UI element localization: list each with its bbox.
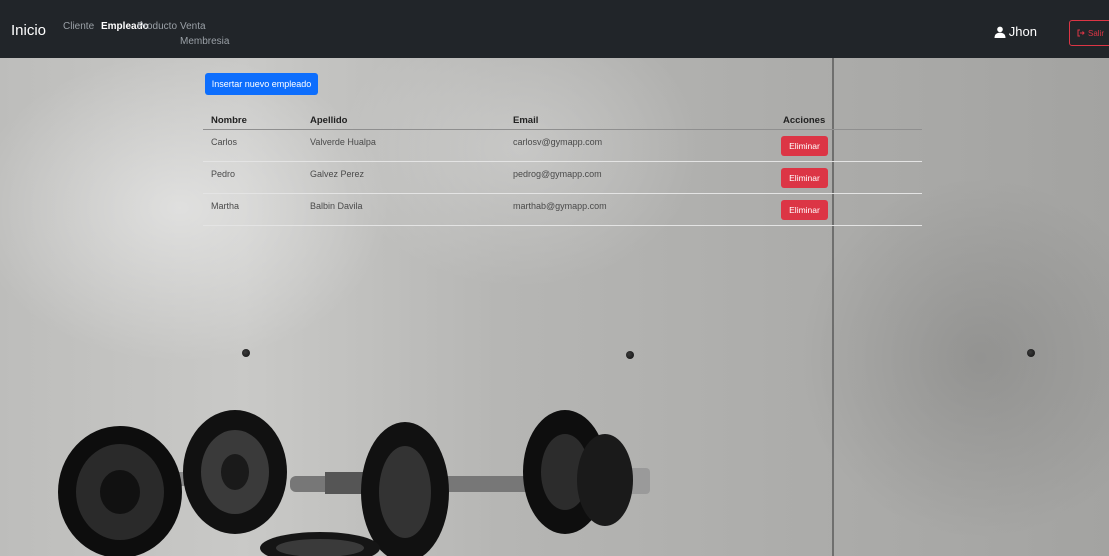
cell-nombre: Carlos xyxy=(211,137,238,147)
table-row: Carlos Valverde Hualpa carlosv@gymapp.co… xyxy=(203,130,922,162)
delete-button[interactable]: Eliminar xyxy=(781,200,828,220)
logout-label: Salir xyxy=(1088,28,1105,38)
wall-bolt xyxy=(626,351,634,359)
brand-link[interactable]: Inicio xyxy=(11,22,46,39)
delete-button[interactable]: Eliminar xyxy=(781,136,828,156)
cell-email: pedrog@gymapp.com xyxy=(513,169,602,179)
delete-button[interactable]: Eliminar xyxy=(781,168,828,188)
cell-email: marthab@gymapp.com xyxy=(513,201,607,211)
nav-link-cliente[interactable]: Cliente xyxy=(63,21,94,32)
cell-nombre: Pedro xyxy=(211,169,236,179)
column-header-apellido: Apellido xyxy=(310,115,348,126)
column-header-acciones: Acciones xyxy=(783,115,826,126)
nav-link-membresia[interactable]: Membresia xyxy=(180,36,229,47)
employees-table: Nombre Apellido Email Acciones Carlos Va… xyxy=(203,110,922,226)
cell-email: carlosv@gymapp.com xyxy=(513,137,603,147)
wall-bolt xyxy=(1027,349,1035,357)
column-header-nombre: Nombre xyxy=(211,115,247,126)
cell-apellido: Valverde Hualpa xyxy=(310,137,376,147)
dumbbells-image xyxy=(58,410,650,556)
user-menu[interactable]: Jhon xyxy=(994,24,1037,39)
insert-employee-button[interactable]: Insertar nuevo empleado xyxy=(205,73,318,95)
navbar: Inicio Cliente Empleado Producto Venta M… xyxy=(0,0,1109,58)
table-header: Nombre Apellido Email Acciones xyxy=(203,110,922,130)
table-row: Pedro Galvez Perez pedrog@gymapp.com Eli… xyxy=(203,162,922,194)
nav-link-venta[interactable]: Venta xyxy=(180,21,206,32)
cell-apellido: Balbin Davila xyxy=(310,201,363,211)
logout-button[interactable]: Salir xyxy=(1069,20,1109,46)
user-icon xyxy=(994,26,1006,38)
cell-nombre: Martha xyxy=(211,201,240,211)
sign-out-icon xyxy=(1077,29,1085,37)
table-row: Martha Balbin Davila marthab@gymapp.com … xyxy=(203,194,922,226)
wall-bolt xyxy=(242,349,250,357)
nav-link-producto[interactable]: Producto xyxy=(137,21,177,32)
column-header-email: Email xyxy=(513,115,539,126)
user-name: Jhon xyxy=(1008,24,1037,39)
cell-apellido: Galvez Perez xyxy=(310,169,365,179)
